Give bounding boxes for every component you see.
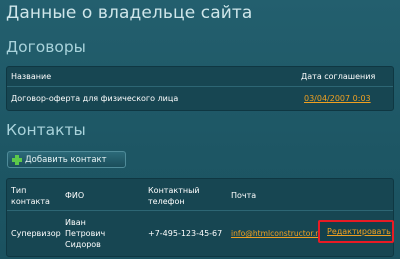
contacts-table: Тип контакта ФИО Контактный телефон Почт… (6, 178, 394, 257)
column-header-phone: Контактный телефон (148, 186, 200, 206)
column-header-fio: ФИО (65, 191, 85, 200)
plus-icon (12, 155, 22, 165)
contract-name: Договор-оферта для физического лица (11, 94, 179, 103)
column-header-name: Название (11, 72, 52, 81)
contact-type: Супервизор (11, 229, 61, 238)
contracts-table: Название Дата соглашения Договор-оферта … (6, 66, 394, 111)
contact-email-link[interactable]: info@htmlconstructor.ru (231, 228, 323, 239)
add-contact-button[interactable]: Добавить контакт (7, 151, 126, 168)
contacts-table-header: Тип контакта ФИО Контактный телефон Почт… (7, 179, 393, 211)
column-header-date: Дата соглашения (301, 72, 376, 81)
edit-contact-button[interactable]: Редактировать (318, 220, 394, 243)
contacts-section-title: Контакты (6, 121, 86, 139)
column-header-type: Тип контакта (11, 186, 50, 206)
contracts-section-title: Договоры (6, 38, 86, 56)
contact-phone: +7-495-123-45-67 (148, 229, 223, 238)
add-contact-label: Добавить контакт (25, 155, 107, 165)
contract-date-link[interactable]: 03/04/2007 0:03 (304, 94, 371, 103)
contracts-table-header: Название Дата соглашения (7, 67, 393, 87)
page-title: Данные о владельце сайта (6, 3, 253, 23)
edit-contact-link[interactable]: Редактировать (327, 227, 391, 236)
column-header-email: Почта (231, 191, 257, 200)
table-row: Договор-оферта для физического лица 03/0… (7, 88, 393, 111)
contact-fio: Иван Петрович Сидоров (65, 218, 106, 249)
